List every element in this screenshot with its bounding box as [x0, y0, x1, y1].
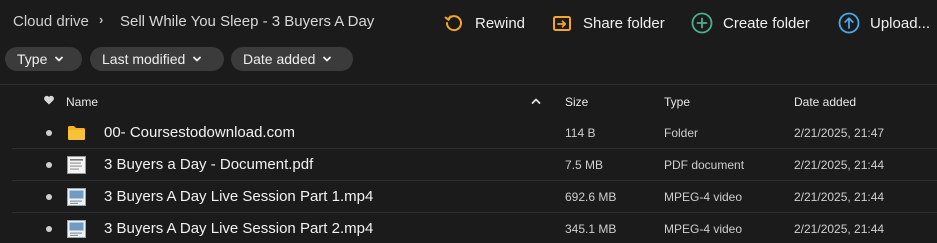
- file-list: 00- Coursestodownload.com 114 B Folder 2…: [0, 117, 937, 243]
- share-folder-label: Share folder: [583, 14, 665, 32]
- folder-icon: [67, 124, 86, 142]
- file-type: MPEG-4 video: [664, 222, 743, 236]
- row-bullet: [46, 162, 52, 168]
- top-bar: Cloud drive › Sell While You Sleep - 3 B…: [0, 0, 937, 44]
- last-modified-filter[interactable]: Last modified: [90, 47, 224, 71]
- file-size: 7.5 MB: [565, 158, 604, 172]
- sort-ascending-icon[interactable]: [530, 95, 542, 107]
- breadcrumb-current: Sell While You Sleep - 3 Buyers A Day: [120, 13, 375, 30]
- create-folder-button[interactable]: Create folder: [691, 9, 810, 37]
- plus-circle-icon: [691, 12, 713, 34]
- file-name[interactable]: 3 Buyers A Day Live Session Part 2.mp4: [104, 220, 373, 237]
- share-folder-button[interactable]: Share folder: [551, 9, 665, 37]
- rewind-button[interactable]: Rewind: [443, 9, 525, 37]
- table-header: Name Size Type Date added: [0, 85, 937, 118]
- breadcrumb-root[interactable]: Cloud drive: [13, 13, 89, 30]
- table-row[interactable]: 3 Buyers A Day Live Session Part 2.mp4 3…: [0, 213, 937, 243]
- column-header-type[interactable]: Type: [664, 95, 690, 109]
- date-added-filter-label: Date added: [243, 51, 316, 67]
- date-added-filter[interactable]: Date added: [231, 47, 353, 71]
- file-type: PDF document: [664, 158, 745, 172]
- breadcrumb-separator-icon: ›: [99, 12, 104, 27]
- column-header-size[interactable]: Size: [565, 95, 588, 109]
- upload-icon: [838, 12, 860, 34]
- create-folder-label: Create folder: [723, 14, 810, 32]
- upload-label: Upload...: [870, 14, 931, 32]
- last-modified-filter-label: Last modified: [102, 51, 186, 67]
- file-date-added: 2/21/2025, 21:44: [794, 158, 885, 172]
- row-bullet: [46, 194, 52, 200]
- rewind-icon: [443, 12, 465, 34]
- table-row[interactable]: 3 Buyers a Day - Document.pdf 7.5 MB PDF…: [0, 149, 937, 181]
- type-filter[interactable]: Type: [5, 47, 82, 71]
- file-name[interactable]: 00- Coursestodownload.com: [104, 124, 295, 141]
- video-thumbnail-icon: [67, 188, 86, 206]
- row-bullet: [46, 130, 52, 136]
- file-date-added: 2/21/2025, 21:44: [794, 190, 885, 204]
- file-size: 114 B: [565, 126, 596, 140]
- document-thumbnail-icon: [67, 156, 86, 174]
- file-date-added: 2/21/2025, 21:44: [794, 222, 885, 236]
- table-row[interactable]: 00- Coursestodownload.com 114 B Folder 2…: [0, 117, 937, 149]
- file-name[interactable]: 3 Buyers a Day - Document.pdf: [104, 156, 313, 173]
- file-date-added: 2/21/2025, 21:47: [794, 126, 885, 140]
- file-name[interactable]: 3 Buyers A Day Live Session Part 1.mp4: [104, 188, 373, 205]
- type-filter-label: Type: [17, 51, 48, 67]
- rewind-label: Rewind: [475, 14, 526, 32]
- row-bullet: [46, 226, 52, 232]
- column-header-name[interactable]: Name: [66, 95, 98, 109]
- file-size: 692.6 MB: [565, 190, 617, 204]
- table-row[interactable]: 3 Buyers A Day Live Session Part 1.mp4 6…: [0, 181, 937, 213]
- column-header-date-added[interactable]: Date added: [794, 95, 856, 109]
- file-type: Folder: [664, 126, 699, 140]
- video-thumbnail-icon: [67, 220, 86, 238]
- share-folder-icon: [551, 12, 573, 34]
- chevron-down-icon: [54, 54, 64, 64]
- file-size: 345.1 MB: [565, 222, 617, 236]
- chevron-down-icon: [192, 54, 202, 64]
- file-type: MPEG-4 video: [664, 190, 743, 204]
- chevron-down-icon: [322, 54, 332, 64]
- upload-button[interactable]: Upload...: [838, 9, 930, 37]
- favourite-heart-icon[interactable]: [43, 94, 55, 106]
